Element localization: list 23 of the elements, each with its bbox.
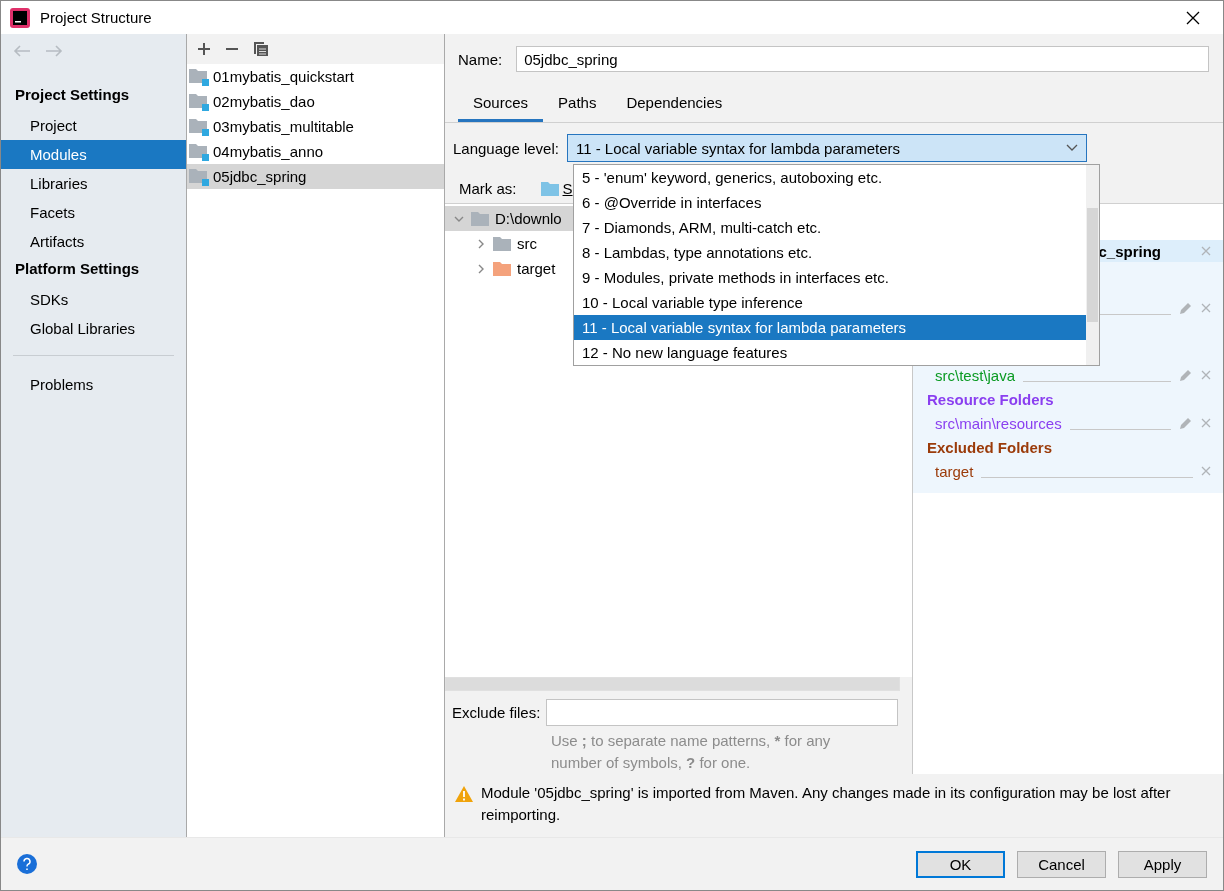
tree-label: src [517, 235, 537, 252]
field-label: Exclude files: [452, 704, 541, 721]
module-name: 05jdbc_spring [213, 168, 307, 185]
field-label: Name: [458, 50, 503, 68]
window-title: Project Structure [40, 9, 153, 26]
module-name: 01mybatis_quickstart [213, 68, 354, 85]
hint-text: Use ; to separate name patterns, * for any number of symbols, ? for one. [551, 731, 832, 773]
field-label: Language level: [453, 139, 559, 157]
module-name: 03mybatis_multitable [213, 118, 354, 135]
folder-path: target [935, 462, 974, 480]
folder-path: src\main\resources [935, 414, 1062, 432]
sidebar-section-title: Platform Settings [14, 259, 141, 279]
folder-group-title: Resource Folders [927, 390, 1055, 410]
folder-path: src\test\java [935, 366, 1016, 384]
warning-message: Module '05jdbc_spring' is imported from Maven. Any changes made in its configuration may be lost after reimporting. [481, 783, 1172, 825]
content-root-path: c_spring [1098, 242, 1161, 260]
tree-label: D:\downlo [495, 210, 562, 227]
folder-group-title: Excluded Folders [927, 438, 1054, 458]
field-label: Mark as: [459, 179, 517, 197]
sidebar-section-title: Project Settings [14, 85, 131, 105]
module-name: 04mybatis_anno [213, 143, 324, 160]
tree-label: target [517, 260, 556, 277]
module-name: 02mybatis_dao [213, 93, 315, 110]
